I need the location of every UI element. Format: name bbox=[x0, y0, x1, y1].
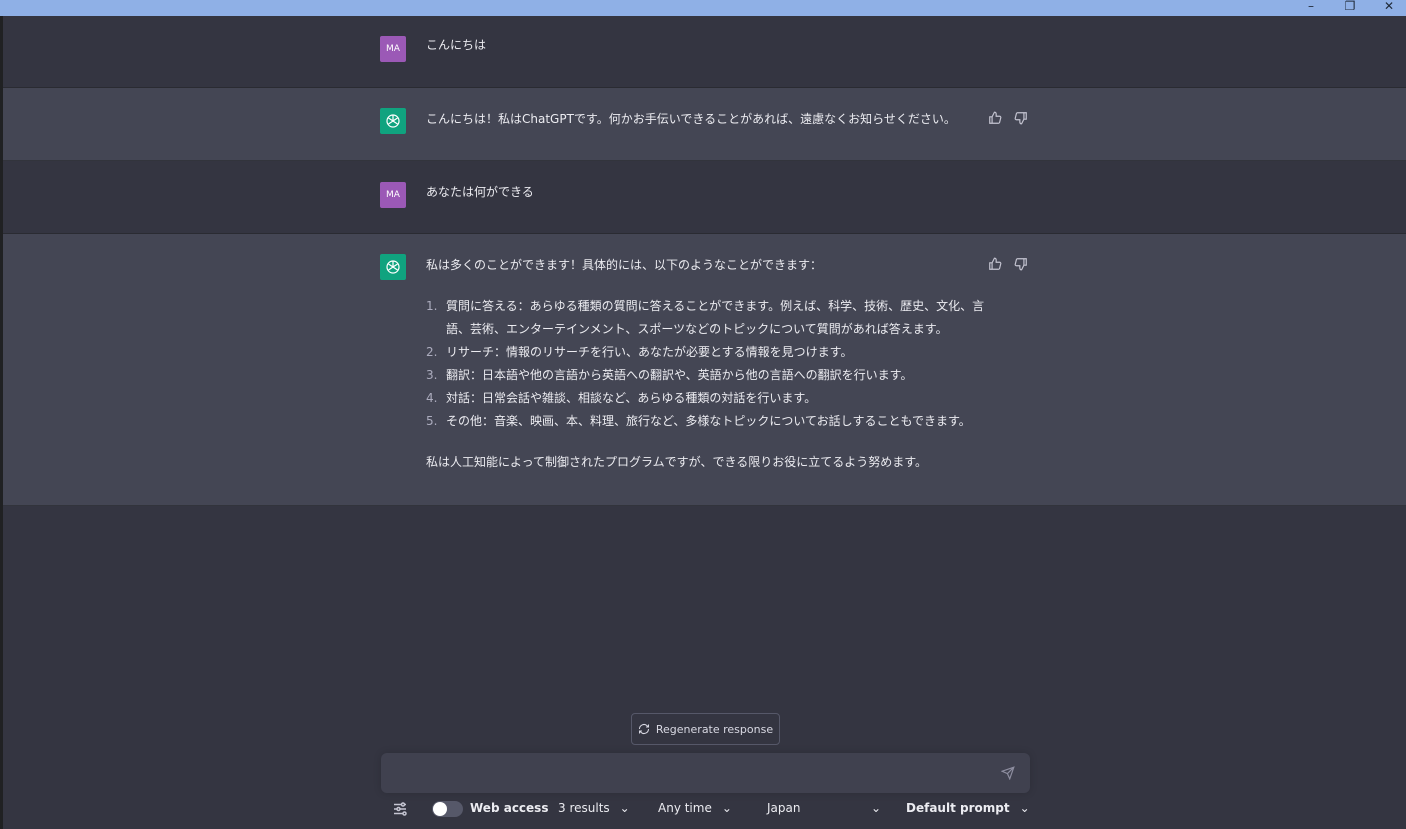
message-input[interactable] bbox=[393, 763, 993, 783]
message-row-user: MA あなたは何ができる bbox=[3, 161, 1406, 234]
message-row-assistant: こんにちは！私はChatGPTです。何かお手伝いできることがあれば、遠慮なくお知… bbox=[3, 88, 1406, 161]
openai-logo-icon bbox=[386, 260, 400, 274]
feedback-buttons bbox=[988, 256, 1028, 271]
close-icon: ✕ bbox=[1383, 0, 1395, 13]
window-titlebar: – ❐ ✕ bbox=[0, 0, 1406, 16]
web-access-toolbar: Web access 3 results ⌄ Any time ⌄ Japan ⌄ D… bbox=[381, 797, 1041, 821]
user-avatar: MA bbox=[380, 36, 406, 62]
assistant-message-text: こんにちは！私はChatGPTです。何かお手伝いできることがあれば、遠慮なくお知… bbox=[426, 112, 956, 126]
chevron-down-icon: ⌄ bbox=[721, 801, 732, 815]
send-button[interactable] bbox=[1000, 765, 1017, 781]
assistant-avatar bbox=[380, 108, 406, 134]
sliders-icon bbox=[394, 802, 407, 816]
list-item: 4. 対話：日常会話や雑談、相談など、あらゆる種類の対話を行います。 bbox=[426, 391, 817, 405]
send-icon bbox=[1000, 766, 1015, 781]
thumbs-up-icon[interactable] bbox=[988, 110, 1002, 124]
assistant-message-body: 私は多くのことができます！具体的には、以下のようなことができます： 1. 質問に… bbox=[426, 254, 986, 474]
capabilities-list: 1. 質問に答える：あらゆる種類の質問に答えることができます。例えば、科学、技術… bbox=[426, 295, 986, 433]
message-row-assistant: 私は多くのことができます！具体的には、以下のようなことができます： 1. 質問に… bbox=[3, 234, 1406, 506]
region-select[interactable]: Japan ⌄ bbox=[767, 801, 881, 815]
refresh-icon bbox=[638, 724, 649, 734]
regenerate-label: Regenerate response bbox=[655, 722, 774, 736]
list-item: 1. 質問に答える：あらゆる種類の質問に答えることができます。例えば、科学、技術… bbox=[426, 299, 985, 336]
list-item: 3. 翻訳：日本語や他の言語から英語への翻訳や、英語から他の言語への翻訳を行いま… bbox=[426, 368, 913, 382]
minimize-button[interactable]: – bbox=[1296, 0, 1326, 16]
restore-icon: ❐ bbox=[1344, 0, 1356, 13]
web-access-toggle[interactable] bbox=[432, 801, 463, 817]
thumbs-down-icon[interactable] bbox=[1014, 256, 1028, 271]
chevron-down-icon: ⌄ bbox=[871, 801, 882, 815]
thumbs-down-icon[interactable] bbox=[1014, 110, 1028, 125]
toggle-knob bbox=[433, 802, 447, 816]
web-access-label: Web access bbox=[470, 801, 549, 815]
chevron-down-icon: ⌄ bbox=[1019, 801, 1030, 815]
assistant-avatar bbox=[380, 254, 406, 280]
prompt-select[interactable]: Default prompt ⌄ bbox=[906, 801, 1030, 815]
minimize-icon: – bbox=[1308, 0, 1314, 13]
regenerate-button[interactable]: Regenerate response bbox=[631, 713, 780, 745]
message-input-box bbox=[381, 753, 1030, 793]
thumbs-up-icon[interactable] bbox=[988, 256, 1002, 270]
user-avatar: MA bbox=[380, 182, 406, 208]
user-message-text: こんにちは bbox=[426, 38, 487, 52]
restore-button[interactable]: ❐ bbox=[1335, 0, 1365, 16]
openai-logo-icon bbox=[386, 114, 400, 128]
assistant-intro-text: 私は多くのことができます！具体的には、以下のようなことができます： bbox=[426, 258, 823, 272]
message-row-user: MA こんにちは bbox=[3, 16, 1406, 88]
chevron-down-icon: ⌄ bbox=[619, 801, 630, 815]
time-select[interactable]: Any time ⌄ bbox=[658, 801, 732, 815]
list-item: 2. リサーチ：情報のリサーチを行い、あなたが必要とする情報を見つけます。 bbox=[426, 345, 853, 359]
results-select[interactable]: 3 results ⌄ bbox=[558, 801, 630, 815]
list-item: 5. その他：音楽、映画、本、料理、旅行など、多様なトピックについてお話しするこ… bbox=[426, 414, 971, 428]
feedback-buttons bbox=[988, 110, 1028, 125]
close-button[interactable]: ✕ bbox=[1374, 0, 1404, 16]
settings-button[interactable] bbox=[391, 800, 409, 821]
assistant-closing-text: 私は人工知能によって制御されたプログラムですが、できる限りお役に立てるよう努めま… bbox=[426, 455, 928, 469]
user-message-text: あなたは何ができる bbox=[426, 185, 534, 199]
